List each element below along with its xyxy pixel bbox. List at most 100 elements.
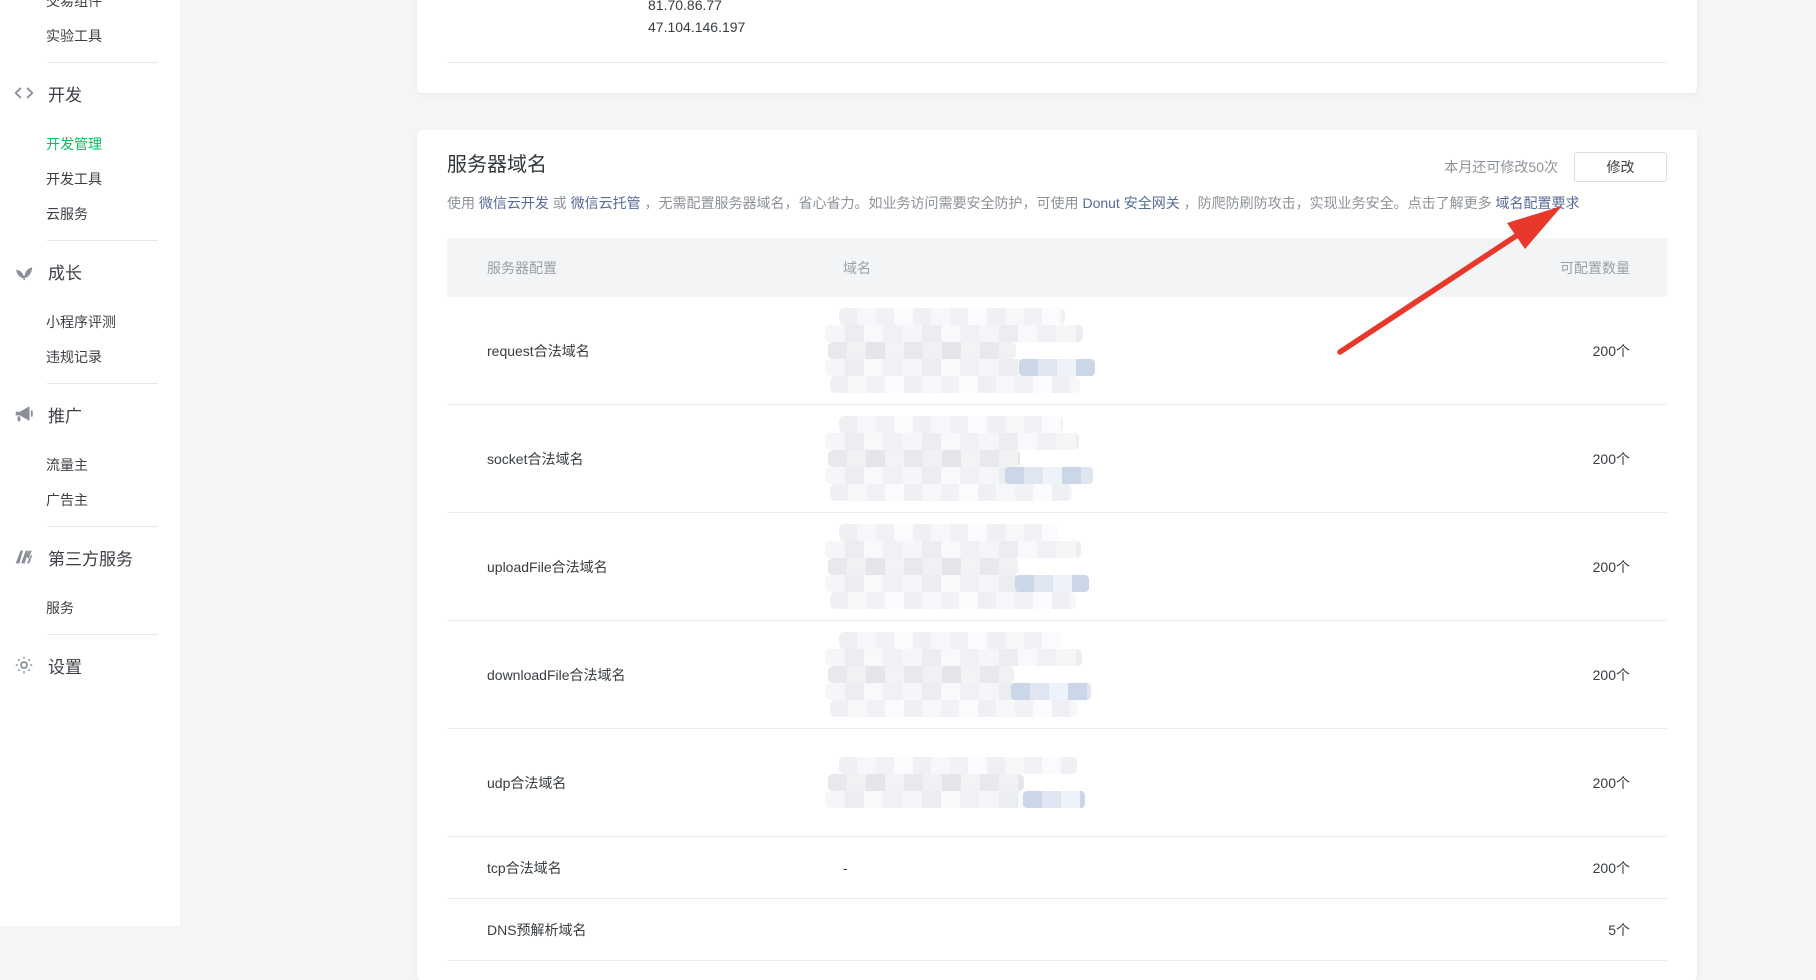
mosaic-line	[830, 700, 1078, 717]
redacted-domain-mosaic	[825, 632, 1437, 717]
mosaic-blue-cells	[1015, 575, 1089, 592]
sidebar: 交易组件实验工具开发开发管理开发工具云服务成长小程序评测违规记录推广流量主广告主…	[0, 0, 180, 926]
cell-config-label: DNS预解析域名	[447, 920, 843, 940]
mosaic-line	[828, 558, 1018, 575]
card-actions: 本月还可修改50次 修改	[1444, 152, 1667, 182]
column-header-server-config: 服务器配置	[447, 258, 843, 278]
sidebar-item-growth[interactable]: 成长	[0, 249, 180, 293]
mosaic-line	[825, 791, 1083, 808]
mosaic-line	[825, 649, 1082, 666]
sidebar-item-advertiser[interactable]: 广告主	[0, 483, 180, 518]
cell-quota: 200个	[1437, 773, 1667, 793]
ip-list: 81.70.86.7747.104.146.197	[648, 0, 745, 38]
sidebar-divider	[47, 240, 158, 241]
mosaic-line	[839, 757, 1077, 774]
mosaic-blue-cells	[1005, 467, 1093, 484]
sidebar-divider	[47, 62, 158, 63]
code-icon	[13, 82, 35, 104]
sidebar-item-develop[interactable]: 开发	[0, 71, 180, 115]
cell-config-label: downloadFile合法域名	[447, 665, 843, 685]
sidebar-divider	[47, 383, 158, 384]
mosaic-line	[828, 666, 1014, 683]
table-body: request合法域名200个socket合法域名200个uploadFile合…	[447, 297, 1667, 961]
sidebar-item-promotion[interactable]: 推广	[0, 392, 180, 436]
sidebar-item-miniprogram-evaluation[interactable]: 小程序评测	[0, 305, 180, 340]
quota-note: 本月还可修改50次	[1444, 157, 1558, 177]
ip-value: 47.104.146.197	[648, 16, 745, 38]
cell-domain	[843, 757, 1437, 808]
description: 使用 微信云开发 或 微信云托管 ，无需配置服务器域名，省心省力。如业务访问需要…	[447, 192, 1579, 214]
cell-config-label: request合法域名	[447, 341, 843, 361]
mosaic-line	[825, 325, 1083, 342]
mosaic-line	[839, 416, 1063, 433]
modify-button[interactable]: 修改	[1574, 152, 1667, 182]
domain-table: 服务器配置 域名 可配置数量 request合法域名200个socket合法域名…	[447, 238, 1667, 961]
sidebar-section-label: 第三方服务	[48, 545, 133, 570]
table-row-dns: DNS预解析域名 5个	[447, 899, 1667, 961]
mosaic-line	[825, 683, 1089, 700]
link-wechat-cloud-dev[interactable]: 微信云开发	[479, 195, 549, 211]
mosaic-line	[825, 467, 1091, 484]
column-header-quota: 可配置数量	[1437, 258, 1667, 278]
mosaic-line	[830, 592, 1076, 609]
mosaic-line	[839, 308, 1065, 325]
mosaic-line	[825, 541, 1081, 558]
cell-config-label: socket合法域名	[447, 449, 843, 469]
cell-config-label: udp合法域名	[447, 773, 843, 793]
cell-quota: 200个	[1437, 858, 1667, 878]
link-wechat-cloud-hosting[interactable]: 微信云托管	[571, 195, 641, 211]
mosaic-line	[825, 575, 1087, 592]
ip-card: 81.70.86.7747.104.146.197	[417, 0, 1697, 93]
sidebar-item-experiment-tools[interactable]: 实验工具	[0, 19, 180, 54]
description-text: ，防爬防刷防攻击，实现业务安全。点击了解更多	[1180, 195, 1496, 211]
mosaic-line	[830, 376, 1080, 393]
cell-domain	[843, 308, 1437, 393]
mosaic-line	[839, 632, 1061, 649]
mosaic-blue-cells	[1023, 791, 1085, 808]
redacted-domain-mosaic	[825, 757, 1437, 808]
sidebar-item-trade-components[interactable]: 交易组件	[0, 0, 180, 19]
column-header-domain: 域名	[843, 258, 1437, 278]
sidebar-item-services[interactable]: 服务	[0, 591, 180, 626]
link-donut-gateway[interactable]: Donut 安全网关	[1082, 195, 1179, 211]
mosaic-line	[828, 450, 1020, 467]
table-row-tcp: tcp合法域名-200个	[447, 837, 1667, 899]
cell-quota: 200个	[1437, 557, 1667, 577]
table-row-downloadFile: downloadFile合法域名200个	[447, 621, 1667, 729]
mosaic-line	[828, 774, 1024, 791]
table-row-request: request合法域名200个	[447, 297, 1667, 405]
sidebar-item-violation-records[interactable]: 违规记录	[0, 340, 180, 375]
sidebar-section-label: 开发	[48, 81, 82, 106]
link-domain-config-requirements[interactable]: 域名配置要求	[1495, 195, 1579, 211]
megaphone-icon	[13, 403, 35, 425]
redacted-domain-mosaic	[825, 308, 1437, 393]
page-title: 服务器域名	[447, 148, 547, 177]
ip-value: 81.70.86.77	[648, 0, 745, 16]
sidebar-item-dev-tools[interactable]: 开发工具	[0, 162, 180, 197]
description-text: 或	[549, 195, 571, 211]
sidebar-section-label: 推广	[48, 402, 82, 427]
description-text: ，无需配置服务器域名，省心省力。如业务访问需要安全防护，可使用	[641, 195, 1083, 211]
sprout-icon	[13, 260, 35, 282]
mosaic-line	[828, 342, 1016, 359]
table-row-uploadFile: uploadFile合法域名200个	[447, 513, 1667, 621]
gear-icon	[13, 654, 35, 676]
mosaic-blue-cells	[1019, 359, 1095, 376]
cell-config-label: tcp合法域名	[447, 858, 843, 878]
card-divider	[447, 62, 1667, 63]
sidebar-item-dev-management[interactable]: 开发管理	[0, 127, 180, 162]
cell-domain	[843, 632, 1437, 717]
description-text: 使用	[447, 195, 479, 211]
sidebar-divider	[47, 526, 158, 527]
table-row-socket: socket合法域名 200个	[447, 405, 1667, 513]
cell-quota: 5个	[1437, 920, 1667, 940]
server-domain-card: 服务器域名 本月还可修改50次 修改 使用 微信云开发 或 微信云托管 ，无需配…	[417, 130, 1697, 980]
cell-domain: -	[843, 860, 1437, 876]
sidebar-item-settings[interactable]: 设置	[0, 643, 180, 687]
sidebar-item-cloud-services[interactable]: 云服务	[0, 197, 180, 232]
redacted-domain-mosaic	[825, 416, 1437, 501]
sidebar-item-third-party-services[interactable]: 第三方服务	[0, 535, 180, 579]
sidebar-item-traffic-master[interactable]: 流量主	[0, 448, 180, 483]
sidebar-nav: 交易组件实验工具开发开发管理开发工具云服务成长小程序评测违规记录推广流量主广告主…	[0, 0, 180, 699]
cell-quota: 200个	[1437, 449, 1667, 469]
